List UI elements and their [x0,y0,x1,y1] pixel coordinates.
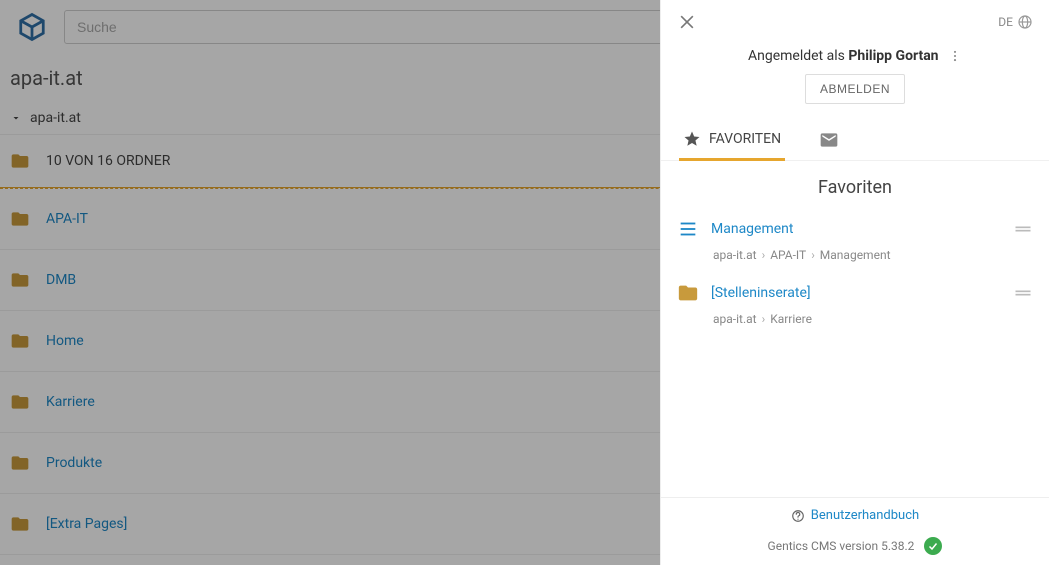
language-code: DE [998,15,1013,29]
page-icon [677,218,699,240]
tab-favorites-label: FAVORITEN [709,131,781,147]
globe-icon [1017,14,1033,30]
star-icon [683,130,701,148]
favorites-heading: Favoriten [661,177,1049,198]
folder-icon [677,282,699,304]
help-link[interactable]: Benutzerhandbuch [811,508,919,523]
status-ok-icon [924,537,942,555]
mail-icon [819,130,839,150]
logged-in-name: Philipp Gortan [848,48,938,64]
version-text: Gentics CMS version 5.38.2 [768,539,915,553]
logged-in-prefix: Angemeldet als [748,48,848,64]
logged-in-label: Angemeldet als Philipp Gortan [677,48,1033,64]
favorite-item[interactable]: [Stelleninserate] apa-it.at›Karriere [661,274,1049,338]
user-panel: DE Angemeldet als Philipp Gortan ABMELDE… [660,0,1049,565]
drag-handle-icon[interactable] [1013,283,1033,303]
breadcrumb: apa-it.at›Karriere [713,312,1033,326]
favorite-item[interactable]: Management apa-it.at›APA-IT›Management [661,210,1049,274]
tab-messages[interactable] [815,120,843,160]
modal-backdrop[interactable] [0,0,660,565]
tab-favorites[interactable]: FAVORITEN [679,120,785,161]
favorite-name: [Stelleninserate] [711,285,1001,301]
breadcrumb: apa-it.at›APA-IT›Management [713,248,1033,262]
language-switch[interactable]: DE [998,14,1033,30]
drag-handle-icon[interactable] [1013,219,1033,239]
help-icon [791,509,805,523]
logout-button[interactable]: ABMELDEN [805,74,905,104]
user-more-icon[interactable] [948,49,962,63]
close-icon[interactable] [677,12,697,32]
favorite-name: Management [711,221,1001,237]
